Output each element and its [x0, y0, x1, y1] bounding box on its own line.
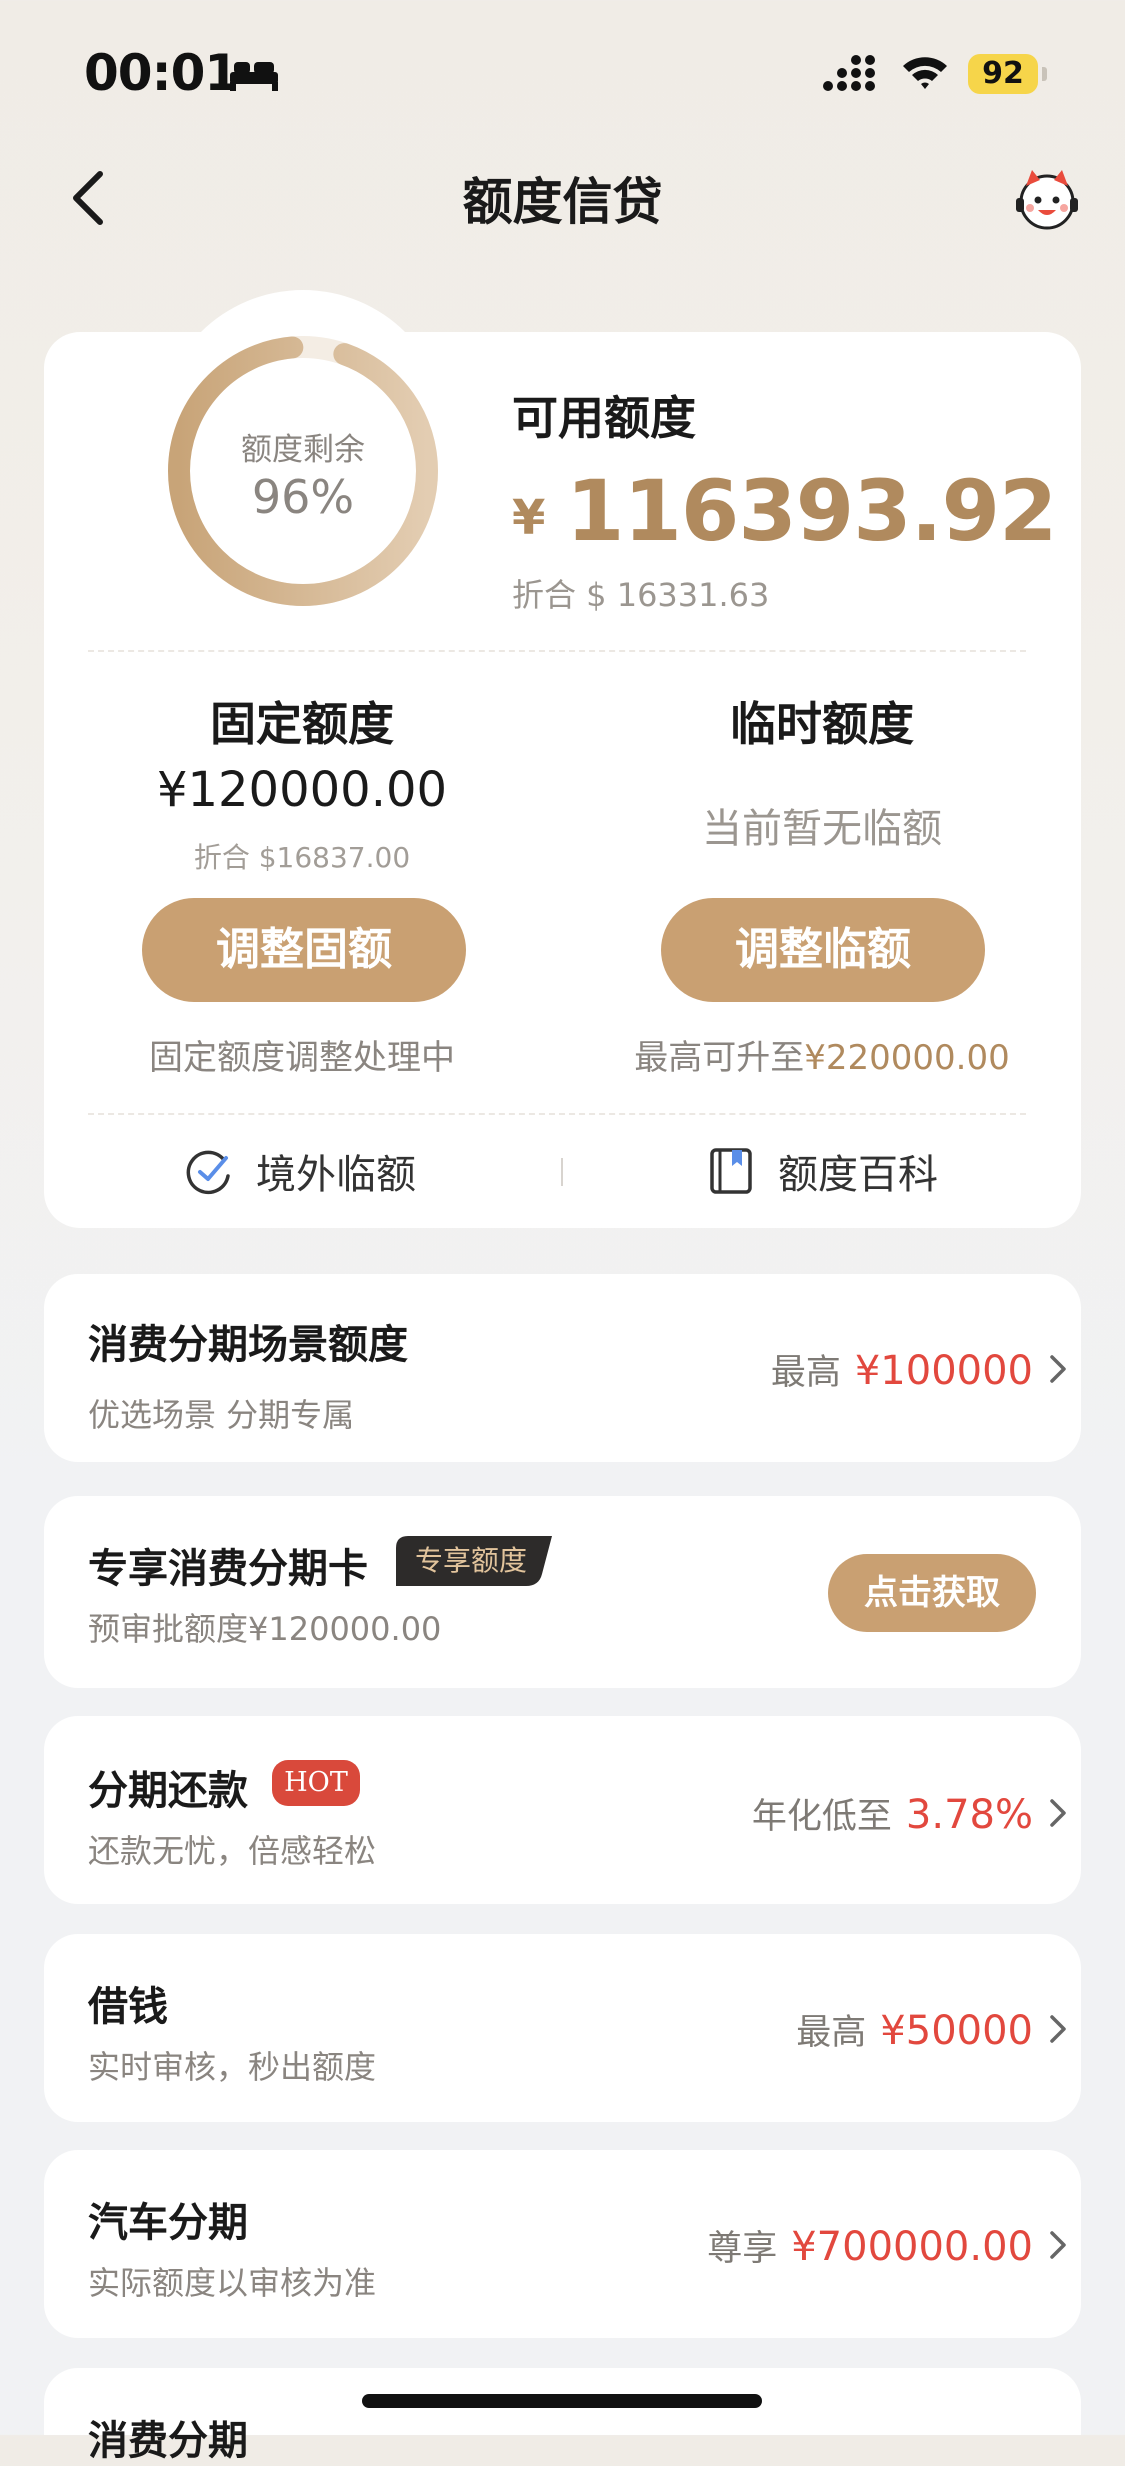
fixed-limit-amount: ¥120000.00: [156, 762, 448, 818]
car-installment-max-value: ¥700000.00: [791, 2224, 1033, 2270]
overseas-temp-limit-label: 境外临额: [256, 1152, 416, 1198]
borrow-subtitle: 实时审核，秒出额度: [88, 2048, 377, 2086]
available-currency: ¥: [512, 490, 546, 546]
chevron-right-icon: [1050, 1355, 1066, 1383]
status-time: 00:01: [84, 44, 239, 102]
cellular-signal-icon: [823, 55, 875, 91]
limit-wiki-link[interactable]: 额度百科: [706, 1142, 938, 1200]
temp-limit-note-prefix: 最高可升至: [634, 1038, 805, 1078]
exclusive-limit-badge-label: 专享额度: [414, 1544, 527, 1577]
chevron-right-icon: [1050, 2231, 1066, 2259]
installment-scene-max-label: 最高: [770, 1353, 841, 1393]
bed-icon: [230, 62, 278, 91]
home-indicator[interactable]: [362, 2394, 762, 2408]
available-limit-amount: 116393.92: [566, 462, 1057, 560]
page-title: 额度信贷: [462, 173, 663, 231]
get-exclusive-card-button[interactable]: 点击获取: [828, 1554, 1036, 1632]
installment-scene-subtitle: 优选场景 分期专属: [88, 1396, 355, 1434]
installment-scene-max: 最高 ¥100000: [771, 1344, 1033, 1395]
installment-repay-title: 分期还款: [88, 1768, 248, 1814]
consumer-installment-title: 消费分期: [88, 2418, 248, 2464]
borrow-max-value: ¥50000: [880, 2008, 1033, 2054]
installment-repay-rate: 年化低至 3.78%: [752, 1788, 1033, 1839]
dashed-divider: [88, 1113, 1026, 1115]
car-installment-max-label: 尊享: [707, 2229, 778, 2269]
temp-limit-note: 最高可升至¥220000.00: [572, 1030, 1072, 1079]
limit-wiki-label: 额度百科: [778, 1152, 938, 1198]
available-limit-usd: 折合 $ 16331.63: [512, 576, 770, 614]
book-icon: [710, 1148, 752, 1194]
wifi-icon: [903, 57, 947, 89]
borrow-max: 最高 ¥50000: [796, 2004, 1033, 2055]
fixed-limit-title: 固定额度: [210, 697, 394, 751]
adjust-fixed-limit-button[interactable]: 调整固额: [142, 898, 466, 1002]
remaining-percent: 96%: [251, 470, 355, 524]
remaining-label: 额度剩余: [241, 432, 365, 468]
borrow-max-label: 最高: [796, 2013, 867, 2053]
overseas-temp-limit-link[interactable]: 境外临额: [184, 1142, 416, 1200]
hot-badge: HOT: [272, 1760, 360, 1806]
installment-repay-rate-value: 3.78%: [905, 1792, 1033, 1838]
exclusive-card-subtitle: 预审批额度¥120000.00: [88, 1610, 442, 1648]
installment-scene-title: 消费分期场景额度: [88, 1322, 408, 1368]
mascot-avatar-icon[interactable]: [1012, 164, 1082, 234]
available-limit-title: 可用额度: [512, 391, 696, 445]
fixed-limit-note: 固定额度调整处理中: [149, 1038, 455, 1078]
plane-globe-icon: [186, 1150, 230, 1195]
car-installment-max: 尊享 ¥700000.00: [707, 2220, 1033, 2271]
exclusive-limit-badge: 专享额度: [396, 1536, 552, 1586]
fixed-limit-usd: 折合 $16837.00: [193, 841, 411, 874]
temp-limit-title: 临时额度: [730, 697, 914, 751]
installment-scene-max-value: ¥100000: [854, 1348, 1033, 1394]
borrow-title: 借钱: [88, 1984, 168, 2030]
adjust-temp-limit-button[interactable]: 调整临额: [661, 898, 985, 1002]
dashed-divider: [88, 650, 1026, 652]
exclusive-card-title: 专享消费分期卡: [88, 1546, 368, 1592]
battery-level: 92: [982, 56, 1024, 91]
vertical-divider: [561, 1158, 563, 1186]
installment-repay-rate-label: 年化低至: [751, 1797, 892, 1837]
chevron-right-icon: [1050, 1799, 1066, 1827]
temp-limit-status: 当前暂无临额: [702, 806, 942, 852]
car-installment-title: 汽车分期: [88, 2200, 248, 2246]
car-installment-subtitle: 实际额度以审核为准: [88, 2264, 377, 2302]
installment-repay-subtitle: 还款无忧，倍感轻松: [88, 1832, 377, 1870]
chevron-right-icon: [1050, 2015, 1066, 2043]
temp-limit-max-amount: ¥220000.00: [804, 1038, 1010, 1078]
battery-icon: 92: [968, 54, 1050, 94]
